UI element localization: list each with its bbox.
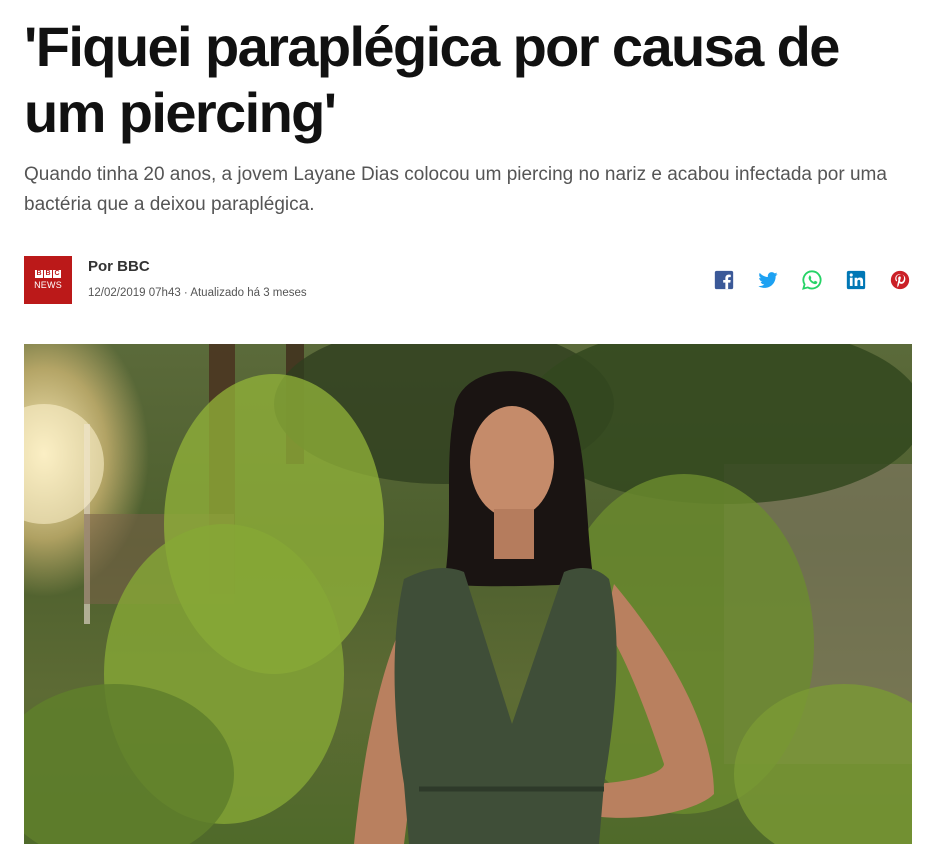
logo-letter: B bbox=[35, 270, 43, 278]
whatsapp-icon bbox=[802, 270, 822, 290]
logo-letter: B bbox=[44, 270, 52, 278]
share-whatsapp-button[interactable] bbox=[800, 268, 824, 292]
article-standfirst: Quando tinha 20 anos, a jovem Layane Dia… bbox=[24, 164, 887, 215]
hero-photo-illustration bbox=[24, 344, 912, 844]
bbc-blocks: B B C bbox=[35, 270, 61, 278]
byline-date: 12/02/2019 07h43 · Atualizado há 3 meses bbox=[88, 287, 307, 299]
facebook-icon bbox=[714, 270, 734, 290]
share-pinterest-button[interactable] bbox=[888, 268, 912, 292]
share-facebook-button[interactable] bbox=[712, 268, 736, 292]
pinterest-icon bbox=[890, 270, 910, 290]
logo-letter: C bbox=[53, 270, 61, 278]
share-bar bbox=[712, 268, 912, 292]
twitter-icon bbox=[758, 272, 778, 288]
byline-author[interactable]: Por BBC bbox=[88, 258, 150, 275]
share-twitter-button[interactable] bbox=[756, 268, 780, 292]
hero-image[interactable] bbox=[24, 344, 912, 844]
share-linkedin-button[interactable] bbox=[844, 268, 868, 292]
bbc-news-logo[interactable]: B B C NEWS bbox=[24, 256, 72, 304]
byline: B B C NEWS Por BBC 12/02/2019 07h43 · At… bbox=[24, 256, 912, 304]
logo-word: NEWS bbox=[34, 280, 62, 290]
linkedin-icon bbox=[846, 270, 866, 290]
article-headline: 'Fiquei paraplégica por causa de um pier… bbox=[24, 15, 840, 144]
